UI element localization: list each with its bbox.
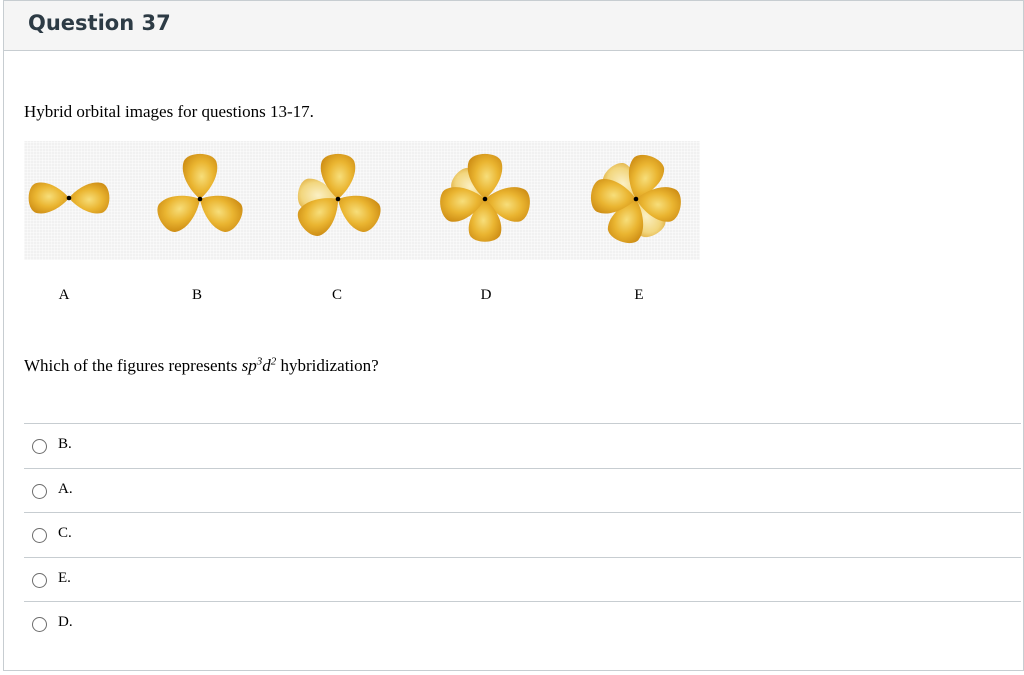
orbital-figures xyxy=(28,150,684,248)
radio-button[interactable] xyxy=(32,572,47,588)
orbital-figure-b xyxy=(152,153,248,237)
question-header: Question 37 xyxy=(4,1,1023,51)
answer-label[interactable]: A. xyxy=(58,481,73,498)
question-prompt: Which of the figures represents sp3d2 hy… xyxy=(24,356,379,376)
figure-label-a: A xyxy=(58,287,70,303)
question-intro: Hybrid orbital images for questions 13-1… xyxy=(24,102,314,121)
orbital-figure-d xyxy=(437,153,533,242)
radio-button[interactable] xyxy=(32,439,47,454)
orbital-figure-a xyxy=(28,182,110,214)
orbital-figure-e xyxy=(589,150,684,248)
hybrid-orbital-image xyxy=(24,141,700,260)
question-title: Question 37 xyxy=(28,11,171,35)
radio-button[interactable] xyxy=(32,528,47,544)
answer-label[interactable]: B. xyxy=(58,436,72,453)
figure-label-b: B xyxy=(191,287,202,303)
prompt-text-end: hybridization? xyxy=(276,356,379,375)
answer-option-a[interactable]: A. xyxy=(24,467,1021,513)
figure-label-d: D xyxy=(480,287,492,303)
prompt-term-d: d xyxy=(262,356,271,375)
answer-label[interactable]: D. xyxy=(58,614,73,631)
radio-button[interactable] xyxy=(32,483,47,499)
radio-button[interactable] xyxy=(32,617,47,633)
answer-label[interactable]: C. xyxy=(58,525,72,542)
answer-label[interactable]: E. xyxy=(58,570,71,587)
answer-option-b[interactable]: B. xyxy=(24,423,1021,468)
answer-option-c[interactable]: C. xyxy=(24,512,1021,557)
figure-label-c: C xyxy=(331,287,342,303)
answer-list: B. A. C. E. D. xyxy=(24,423,1021,646)
answer-option-d[interactable]: D. xyxy=(24,601,1021,646)
orbital-figure-c xyxy=(292,153,386,242)
prompt-term-sp: sp xyxy=(241,356,257,375)
prompt-text-start: Which of the figures represents xyxy=(24,356,242,375)
figure-label-e: E xyxy=(634,287,644,303)
answer-option-e[interactable]: E. xyxy=(24,556,1021,602)
